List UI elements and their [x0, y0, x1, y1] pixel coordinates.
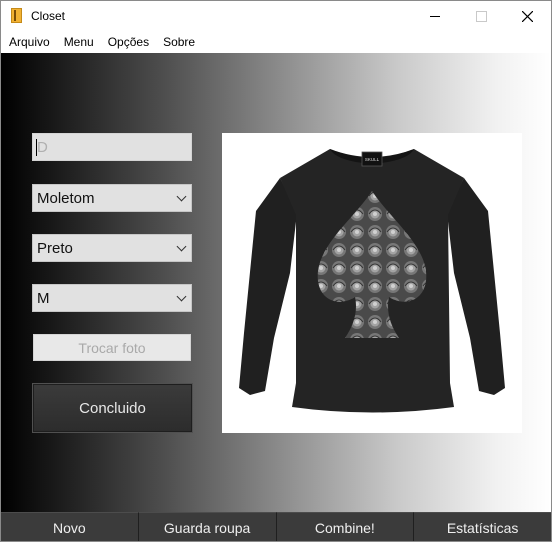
app-window: Closet Arquivo Menu Opções Sobre Moletom…	[0, 0, 552, 542]
close-icon	[521, 10, 533, 22]
menu-sobre[interactable]: Sobre	[155, 32, 201, 52]
change-photo-button[interactable]: Trocar foto	[33, 334, 191, 361]
type-select-value: Moletom	[37, 189, 95, 207]
minimize-icon	[430, 15, 440, 17]
menu-bar: Arquivo Menu Opções Sobre	[1, 32, 551, 52]
id-field-container	[32, 133, 192, 161]
close-button[interactable]	[504, 1, 550, 31]
tab-combine[interactable]: Combine!	[276, 512, 415, 541]
main-content: Moletom Preto M Trocar foto Concluido	[1, 53, 551, 512]
black-shirt-image: SKULL	[239, 149, 505, 413]
menu-arquivo[interactable]: Arquivo	[1, 32, 56, 52]
minimize-button[interactable]	[412, 1, 458, 31]
bottom-navigation: Novo Guarda roupa Combine! Estatísticas	[1, 512, 551, 541]
chevron-down-icon	[176, 291, 187, 302]
type-select[interactable]: Moletom	[32, 184, 192, 212]
size-select-value: M	[37, 289, 50, 307]
window-title: Closet	[31, 9, 66, 23]
id-input[interactable]	[37, 138, 187, 156]
tab-guarda-roupa[interactable]: Guarda roupa	[138, 512, 277, 541]
color-select-value: Preto	[37, 239, 73, 257]
clothing-photo: SKULL	[222, 133, 522, 433]
done-button[interactable]: Concluido	[32, 383, 193, 433]
menu-opcoes[interactable]: Opções	[100, 32, 155, 52]
maximize-icon	[475, 10, 487, 22]
tab-novo[interactable]: Novo	[1, 512, 139, 541]
chevron-down-icon	[176, 191, 187, 202]
size-select[interactable]: M	[32, 284, 192, 312]
tab-estatisticas[interactable]: Estatísticas	[414, 512, 551, 541]
chevron-down-icon	[176, 241, 187, 252]
menu-menu[interactable]: Menu	[56, 32, 100, 52]
title-bar: Closet	[1, 1, 551, 31]
text-caret	[36, 139, 37, 156]
brand-label: SKULL	[365, 157, 380, 162]
maximize-button[interactable]	[458, 1, 504, 31]
color-select[interactable]: Preto	[32, 234, 192, 262]
closet-app-icon	[11, 8, 22, 23]
